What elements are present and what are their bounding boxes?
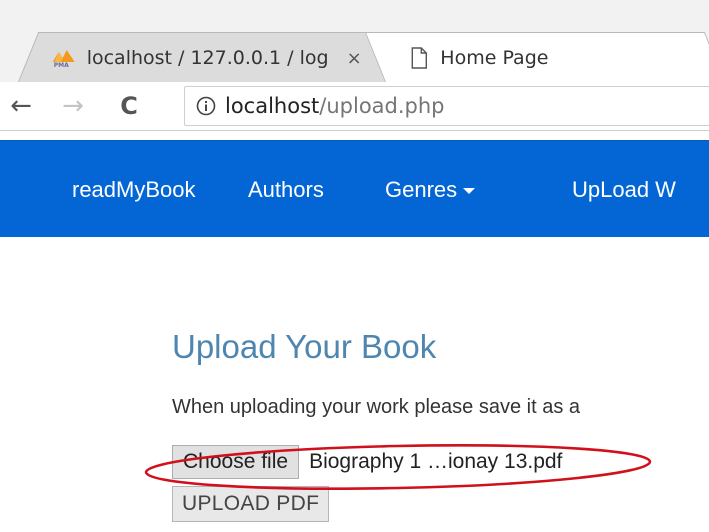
tab-strip: PMA localhost / 127.0.0.1 / log × Home P…: [0, 0, 709, 82]
choose-file-button[interactable]: Choose file: [172, 445, 300, 479]
phpmyadmin-icon: PMA: [51, 48, 77, 69]
svg-text:PMA: PMA: [54, 62, 69, 68]
caret-down-icon: [463, 188, 476, 195]
nav-item-upload[interactable]: UpLoad W: [572, 177, 676, 203]
tab-title: localhost / 127.0.0.1 / log: [86, 46, 329, 69]
document-icon: [410, 46, 428, 69]
nav-item-authors[interactable]: Authors: [248, 177, 324, 203]
reload-icon[interactable]: C: [112, 89, 146, 123]
upload-pdf-button[interactable]: UPLOAD PDF: [172, 486, 330, 522]
url-path: /upload.php: [319, 94, 445, 118]
browser-window: PMA localhost / 127.0.0.1 / log × Home P…: [0, 0, 709, 532]
tab-home-page[interactable]: Home Page: [364, 32, 709, 82]
file-input[interactable]: Choose file Biography 1 …ionay 13.pdf: [172, 445, 563, 479]
selected-file-name: Biography 1 …ionay 13.pdf: [309, 450, 563, 473]
forward-arrow-icon[interactable]: →: [56, 89, 90, 123]
browser-toolbar: ← → C localhost/upload.php: [0, 82, 709, 131]
close-icon[interactable]: ×: [347, 47, 362, 68]
info-icon[interactable]: [196, 96, 216, 116]
url-host: localhost: [225, 94, 320, 118]
navbar-brand[interactable]: readMyBook: [72, 177, 196, 203]
back-arrow-icon[interactable]: ←: [4, 89, 38, 123]
tab-phpmyadmin[interactable]: PMA localhost / 127.0.0.1 / log ×: [18, 32, 424, 82]
site-navbar: readMyBook Authors Genres UpLoad W: [0, 140, 709, 237]
nav-item-genres[interactable]: Genres: [385, 177, 476, 203]
page-title: Upload Your Book: [172, 328, 437, 365]
tab-title: Home Page: [440, 46, 549, 69]
address-bar[interactable]: localhost/upload.php: [184, 86, 709, 126]
upload-instructions: When uploading your work please save it …: [172, 396, 581, 418]
nav-item-genres-label: Genres: [385, 177, 458, 202]
